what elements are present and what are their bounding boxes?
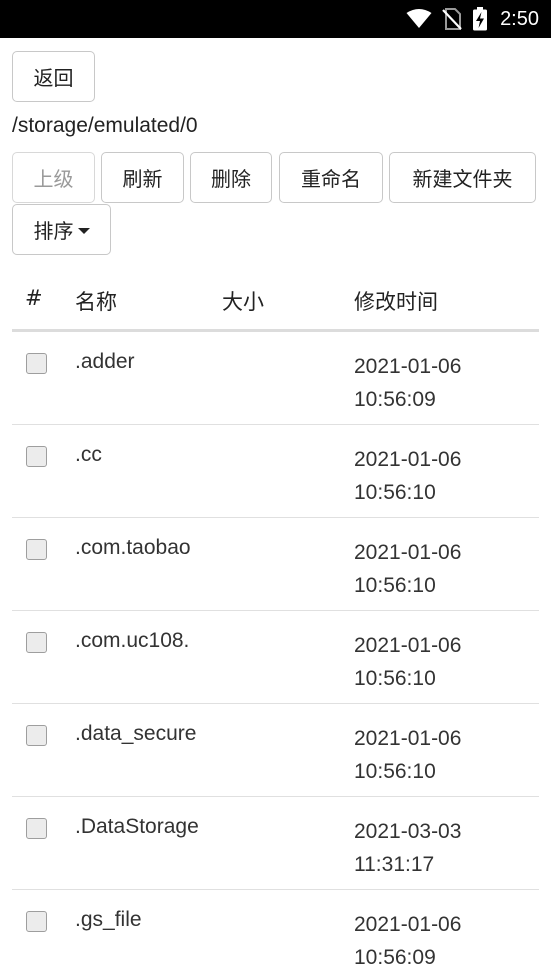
current-path: /storage/emulated/0 (12, 114, 198, 137)
header-size[interactable]: 大小 (222, 286, 264, 316)
table-row[interactable]: .cc 2021-01-06 10:56:10 (12, 425, 539, 518)
modified-time: 10:56:09 (354, 946, 436, 969)
file-modified: 2021-01-06 10:56:10 (354, 722, 534, 788)
row-checkbox[interactable] (26, 818, 47, 839)
modified-date: 2021-01-06 (354, 727, 462, 750)
up-level-button[interactable]: 上级 (12, 152, 95, 203)
header-modified[interactable]: 修改时间 (354, 286, 438, 316)
status-bar: 2:50 (0, 0, 551, 38)
file-modified: 2021-01-06 10:56:10 (354, 443, 534, 509)
table-row[interactable]: .adder 2021-01-06 10:56:09 (12, 332, 539, 425)
modified-date: 2021-03-03 (354, 820, 462, 843)
modified-date: 2021-01-06 (354, 913, 462, 936)
modified-date: 2021-01-06 (354, 448, 462, 471)
modified-date: 2021-01-06 (354, 541, 462, 564)
file-name[interactable]: .DataStorage (75, 815, 210, 839)
table-row[interactable]: .data_secure 2021-01-06 10:56:10 (12, 704, 539, 797)
table-row[interactable]: .DataStorage 2021-03-03 11:31:17 (12, 797, 539, 890)
file-name[interactable]: .adder (75, 350, 210, 374)
modified-time: 10:56:10 (354, 667, 436, 690)
file-modified: 2021-03-03 11:31:17 (354, 815, 534, 881)
sort-dropdown-button[interactable]: 排序 (12, 204, 111, 255)
file-modified: 2021-01-06 10:56:10 (354, 536, 534, 602)
header-name[interactable]: 名称 (75, 286, 117, 316)
file-name[interactable]: .com.taobao (75, 536, 210, 560)
row-checkbox[interactable] (26, 353, 47, 374)
row-checkbox[interactable] (26, 539, 47, 560)
table-row[interactable]: .com.uc108. 2021-01-06 10:56:10 (12, 611, 539, 704)
file-modified: 2021-01-06 10:56:09 (354, 908, 534, 974)
modified-date: 2021-01-06 (354, 355, 462, 378)
new-folder-button[interactable]: 新建文件夹 (389, 152, 536, 203)
file-modified: 2021-01-06 10:56:10 (354, 629, 534, 695)
status-icons: 2:50 (406, 6, 539, 32)
table-header: # 名称 大小 修改时间 (12, 270, 539, 332)
sort-label: 排序 (33, 219, 74, 243)
refresh-button[interactable]: 刷新 (101, 152, 184, 203)
row-checkbox[interactable] (26, 725, 47, 746)
file-name[interactable]: .com.uc108. (75, 629, 210, 653)
rename-button[interactable]: 重命名 (279, 152, 383, 203)
table-row[interactable]: .com.taobao 2021-01-06 10:56:10 (12, 518, 539, 611)
modified-time: 11:31:17 (354, 853, 435, 876)
file-modified: 2021-01-06 10:56:09 (354, 350, 534, 416)
modified-time: 10:56:10 (354, 574, 436, 597)
delete-button[interactable]: 删除 (190, 152, 272, 203)
status-time: 2:50 (500, 7, 539, 30)
row-checkbox[interactable] (26, 632, 47, 653)
row-checkbox[interactable] (26, 446, 47, 467)
file-table: # 名称 大小 修改时间 .adder 2021-01-06 10:56:09 .… (12, 270, 539, 979)
modified-date: 2021-01-06 (354, 634, 462, 657)
caret-down-icon (77, 227, 90, 234)
battery-charging-icon (473, 7, 488, 31)
modified-time: 10:56:10 (354, 760, 436, 783)
file-name[interactable]: .cc (75, 443, 210, 467)
header-index: # (25, 286, 43, 310)
row-checkbox[interactable] (26, 911, 47, 932)
file-name[interactable]: .data_secure (75, 722, 210, 746)
no-sim-icon (442, 8, 462, 30)
back-button[interactable]: 返回 (12, 51, 95, 102)
file-name[interactable]: .gs_file (75, 908, 210, 932)
wifi-icon (406, 9, 432, 28)
modified-time: 10:56:10 (354, 481, 436, 504)
table-row[interactable]: .gs_file 2021-01-06 10:56:09 (12, 890, 539, 979)
modified-time: 10:56:09 (354, 388, 436, 411)
